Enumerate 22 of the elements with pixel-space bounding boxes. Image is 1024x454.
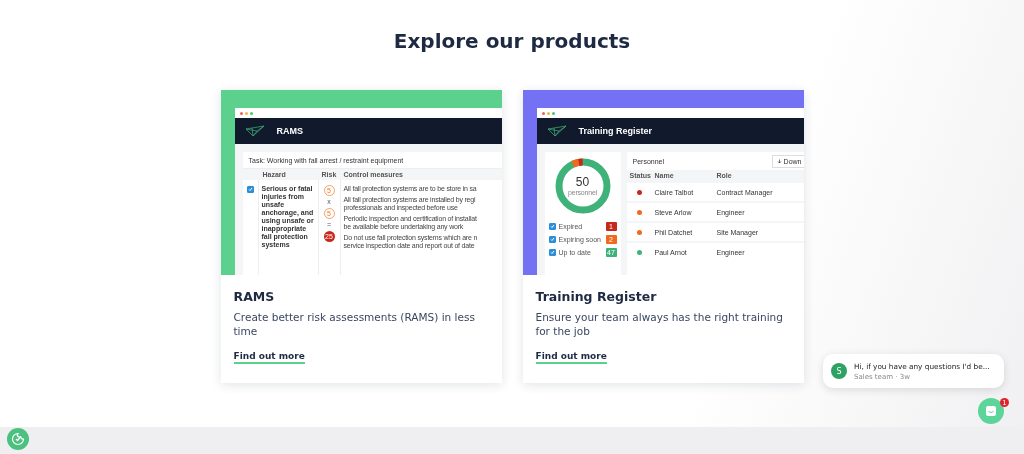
logo-icon	[546, 125, 567, 137]
checkbox[interactable]	[246, 186, 254, 193]
product-description: Create better risk assessments (RAMS) in less time	[233, 310, 476, 338]
find-out-more-link[interactable]: Find out more	[233, 351, 305, 364]
checkbox[interactable]	[548, 236, 556, 243]
donut-chart-drawing	[554, 158, 611, 214]
product-description: Ensure your team always has the right training for the job	[535, 310, 784, 338]
checkbox[interactable]	[548, 223, 556, 230]
checkbox[interactable]	[548, 249, 556, 256]
app-title: Training Register	[578, 126, 653, 136]
find-out-more-link[interactable]: Find out more	[535, 351, 607, 364]
chat-launcher-button[interactable]	[978, 398, 1004, 424]
product-title: Training Register	[535, 289, 658, 305]
section-heading: Explore our products	[393, 29, 631, 53]
app-title: RAMS	[276, 126, 303, 136]
logo-icon	[244, 125, 265, 137]
total-count: 50	[575, 176, 590, 189]
download-icon	[776, 158, 782, 164]
cookie-icon	[11, 432, 25, 446]
avatar: S	[831, 363, 847, 379]
product-title: RAMS	[233, 289, 276, 305]
chat-icon	[985, 405, 997, 417]
